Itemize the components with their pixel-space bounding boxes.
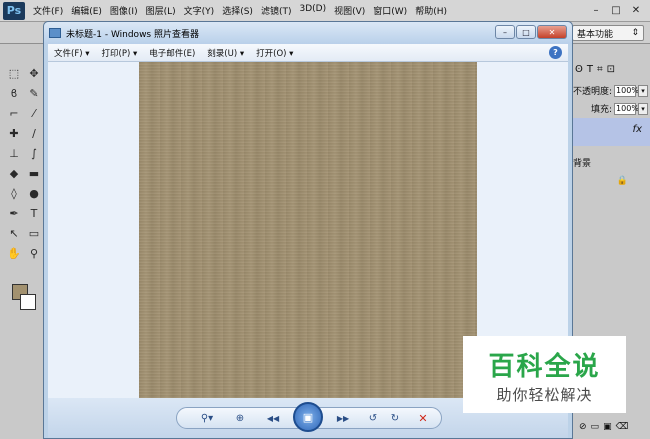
workspace-label: 基本功能 (577, 29, 614, 40)
viewer-menu-file[interactable]: 文件(F) ▾ (54, 47, 90, 59)
watermark-subtitle: 助你轻松解决 (496, 386, 593, 404)
ps-menubar: Ps 文件(F) 编辑(E) 图像(I) 图层(L) 文字(Y) 选择(S) 滤… (0, 0, 650, 22)
filter-shape-icon[interactable]: ⌗ (597, 64, 603, 75)
chevron-down-icon: ▾ (289, 48, 294, 59)
gradient-tool-icon[interactable]: ▬ (24, 164, 44, 182)
ps-tools-panel: ⬚ ✥ ϐ ✎ ⌐ ⁄ ✚ ∕ ⊥ ∫ ◆ ▬ ◊ ● ✒ T ↖ ▭ ✋ ⚲ (0, 44, 46, 439)
chevron-down-icon: ▾ (85, 48, 90, 59)
layer-name[interactable]: 背景 (573, 156, 591, 169)
stamp-tool-icon[interactable]: ⊥ (4, 144, 24, 162)
link-layers-icon[interactable]: ⊘ (579, 422, 587, 432)
actual-size-icon[interactable]: ⊕ (232, 411, 248, 425)
opacity-row: 不透明度: 100% ▾ (573, 84, 649, 97)
ps-logo: Ps (3, 1, 25, 20)
eyedropper-icon[interactable]: ⁄ (24, 104, 44, 122)
previous-icon[interactable]: ◀◀ (260, 411, 286, 425)
workspace-switcher[interactable]: 基本功能 ⇕ (572, 25, 644, 41)
shape-tool-icon[interactable]: ▭ (24, 224, 44, 242)
menu-type[interactable]: 文字(Y) (184, 4, 215, 17)
blur-tool-icon[interactable]: ◊ (4, 184, 24, 202)
crop-tool-icon[interactable]: ⌐ (4, 104, 24, 122)
lasso-tool-icon[interactable]: ϐ (4, 84, 24, 102)
menu-layer[interactable]: 图层(L) (146, 4, 176, 17)
move-tool-icon[interactable]: ✥ (24, 64, 44, 82)
maximize-icon[interactable]: □ (606, 2, 626, 18)
menu-file[interactable]: 文件(F) (33, 4, 63, 17)
filter-type-icon[interactable]: T (587, 64, 593, 75)
close-icon[interactable]: ✕ (626, 2, 646, 18)
menu-3d[interactable]: 3D(D) (299, 4, 326, 17)
watermark-title: 百科全说 (488, 352, 601, 382)
trash-icon[interactable]: ⌫ (616, 422, 629, 432)
fill-row: 填充: 100% ▾ (591, 102, 649, 115)
quick-select-icon[interactable]: ✎ (24, 84, 44, 102)
opacity-label: 不透明度: (573, 87, 613, 97)
viewer-menu-print[interactable]: 打印(P) ▾ (102, 47, 138, 59)
menu-image[interactable]: 图像(I) (110, 4, 138, 17)
slideshow-button[interactable]: ▣ (293, 402, 323, 432)
background-color-swatch[interactable] (20, 294, 36, 310)
viewer-menubar: 文件(F) ▾ 打印(P) ▾ 电子邮件(E) 刻录(U) ▾ 打开(O) ▾ … (48, 44, 568, 62)
chevron-down-icon[interactable]: ▾ (638, 102, 649, 115)
menu-help[interactable]: 帮助(H) (415, 4, 447, 17)
menu-edit[interactable]: 编辑(E) (71, 4, 102, 17)
filter-adjust-icon[interactable]: ʘ (575, 64, 583, 75)
close-icon[interactable]: ✕ (537, 25, 567, 39)
menu-select[interactable]: 选择(S) (222, 4, 253, 17)
maximize-icon[interactable]: □ (516, 25, 536, 39)
layer-filter-icons: ʘ T ⌗ ⊡ (575, 64, 615, 75)
fill-input[interactable]: 100% (614, 102, 639, 115)
chevron-down-icon[interactable]: ▾ (638, 84, 649, 97)
layers-bottom-bar: ⊘ ▭ ▣ ⌫ (579, 422, 628, 432)
healing-brush-icon[interactable]: ✚ (4, 124, 24, 142)
menu-filter[interactable]: 滤镜(T) (261, 4, 292, 17)
tool-grid: ⬚ ✥ ϐ ✎ ⌐ ⁄ ✚ ∕ ⊥ ∫ ◆ ▬ ◊ ● ✒ T ↖ ▭ ✋ ⚲ (4, 64, 44, 262)
type-tool-icon[interactable]: T (24, 204, 44, 222)
brush-tool-icon[interactable]: ∕ (24, 124, 44, 142)
watermark: 百科全说 助你轻松解决 (463, 336, 626, 413)
chevron-down-icon: ▾ (239, 48, 245, 59)
photo-viewer-app-icon (49, 28, 61, 38)
pen-tool-icon[interactable]: ✒ (4, 204, 24, 222)
menu-view[interactable]: 视图(V) (334, 4, 365, 17)
viewer-title: 未标题-1 - Windows 照片查看器 (66, 29, 199, 40)
help-icon[interactable]: ? (549, 46, 562, 59)
history-brush-icon[interactable]: ∫ (24, 144, 44, 162)
viewer-window-controls: – □ ✕ (495, 25, 567, 39)
new-layer-icon[interactable]: ▣ (603, 422, 612, 432)
filter-smart-icon[interactable]: ⊡ (607, 64, 615, 75)
ps-window-controls: – □ ✕ (586, 2, 646, 18)
minimize-icon[interactable]: – (586, 2, 606, 18)
lock-icon: 🔒 (616, 176, 628, 186)
displayed-photo (139, 62, 477, 398)
zoom-icon[interactable]: ⚲▾ (196, 411, 218, 425)
viewer-menu-open[interactable]: 打开(O) ▾ (256, 47, 293, 59)
zoom-tool-icon[interactable]: ⚲ (24, 244, 44, 262)
viewer-menu-email[interactable]: 电子邮件(E) (149, 47, 195, 59)
opacity-input[interactable]: 100% (614, 84, 639, 97)
minimize-icon[interactable]: – (495, 25, 515, 39)
marquee-tool-icon[interactable]: ⬚ (4, 64, 24, 82)
hand-tool-icon[interactable]: ✋ (4, 244, 24, 262)
ps-menu: 文件(F) 编辑(E) 图像(I) 图层(L) 文字(Y) 选择(S) 滤镜(T… (33, 4, 455, 17)
new-group-icon[interactable]: ▭ (591, 422, 600, 432)
path-select-icon[interactable]: ↖ (4, 224, 24, 242)
fx-icon[interactable]: fx (633, 124, 642, 135)
dodge-tool-icon[interactable]: ● (24, 184, 44, 202)
rotate-cw-icon[interactable]: ↻ (388, 411, 402, 425)
fill-label: 填充: (591, 105, 613, 115)
eraser-tool-icon[interactable]: ◆ (4, 164, 24, 182)
next-icon[interactable]: ▶▶ (330, 411, 356, 425)
viewer-titlebar: 未标题-1 - Windows 照片查看器 – □ ✕ (44, 22, 572, 44)
updown-icon: ⇕ (631, 28, 639, 38)
viewer-menu-burn[interactable]: 刻录(U) ▾ (207, 47, 244, 59)
chevron-down-icon: ▾ (132, 48, 138, 59)
rotate-ccw-icon[interactable]: ↺ (366, 411, 380, 425)
menu-window[interactable]: 窗口(W) (373, 4, 407, 17)
delete-icon[interactable]: ✕ (416, 411, 430, 425)
